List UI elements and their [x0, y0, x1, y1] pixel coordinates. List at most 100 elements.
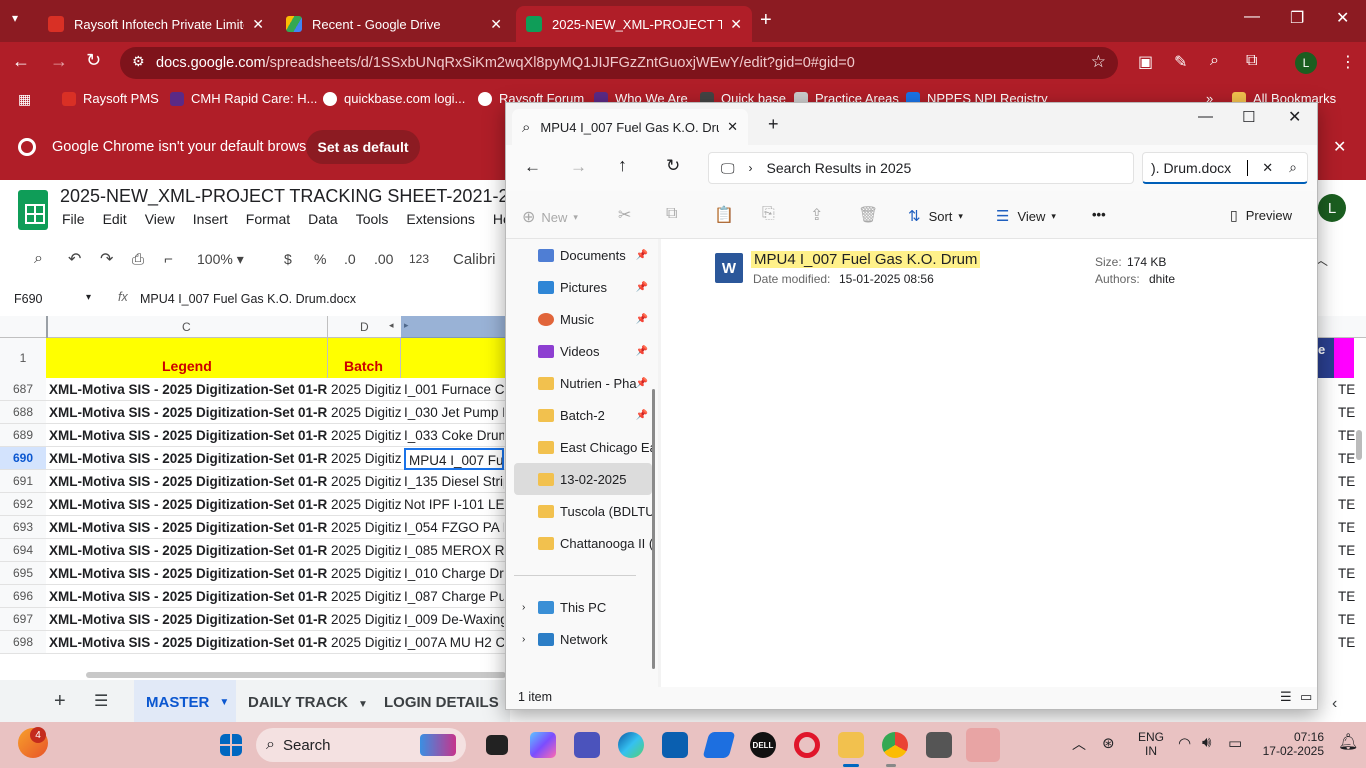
column-header-d[interactable]: D	[360, 320, 369, 334]
table-row[interactable]: 692 XML-Motiva SIS - 2025 Digitization-Se…	[0, 493, 510, 516]
table-row[interactable]: 688 XML-Motiva SIS - 2025 Digitization-Se…	[0, 401, 510, 424]
breadcrumb[interactable]: Search Results in 2025	[767, 160, 912, 176]
task-view-icon[interactable]	[486, 735, 508, 755]
pen-extension-icon[interactable]: ✎	[1174, 52, 1187, 72]
up-arrow-icon[interactable]: ↑	[618, 155, 627, 176]
document-title[interactable]: 2025-NEW_XML-PROJECT TRACKING SHEET-2021…	[60, 186, 529, 207]
table-row[interactable]: 697 XML-Motiva SIS - 2025 Digitization-Se…	[0, 608, 510, 631]
tab-search-chevron-icon[interactable]: ▾	[12, 11, 18, 25]
preview-button[interactable]: ▯ Preview	[1230, 207, 1292, 224]
table-row[interactable]: 698 XML-Motiva SIS - 2025 Digitization-Se…	[0, 631, 510, 654]
bookmark-cmh[interactable]: CMH Rapid Care: H...	[170, 91, 317, 106]
close-icon[interactable]: ✕	[730, 16, 742, 33]
tiles-view-icon[interactable]: ▭	[1300, 689, 1312, 705]
nav-scrollbar[interactable]	[652, 389, 655, 669]
zoom-icon[interactable]: ⌕	[1210, 52, 1219, 70]
maximize-icon[interactable]: ☐	[1242, 108, 1255, 126]
back-arrow-icon[interactable]: ←	[12, 51, 30, 72]
menu-extensions[interactable]: Extensions	[406, 211, 474, 227]
menu-edit[interactable]: Edit	[103, 211, 127, 227]
header-partial-cell[interactable]: e	[1318, 338, 1334, 378]
new-tab-button[interactable]: +	[768, 114, 779, 135]
set-as-default-button[interactable]: Set as default	[306, 130, 420, 164]
rename-icon[interactable]: ⎘	[762, 205, 775, 223]
header-legend[interactable]: Legend	[162, 358, 212, 374]
volume-icon[interactable]: 🔊︎	[1202, 734, 1211, 751]
address-bar[interactable]: 🖵 › Search Results in 2025	[708, 152, 1134, 184]
tab-sheets-active[interactable]: 2025-NEW_XML-PROJECT TRAC ✕	[516, 6, 752, 42]
search-menus-icon[interactable]: ⌕	[34, 250, 43, 268]
currency-format-button[interactable]: $	[284, 251, 292, 267]
menu-data[interactable]: Data	[308, 211, 338, 227]
bookmark-raysoft-pms[interactable]: Raysoft PMS	[62, 91, 159, 106]
explorer-tab[interactable]: ⌕ MPU4 I_007 Fuel Gas K.O. Drum ✕	[512, 109, 748, 145]
anydesk-icon[interactable]	[702, 732, 736, 758]
file-explorer-icon[interactable]	[838, 732, 864, 758]
battery-icon[interactable]: ▭	[1228, 734, 1242, 752]
nav-item-chattanooga[interactable]: Chattanooga II (	[514, 527, 652, 559]
horizontal-scrollbar[interactable]	[86, 672, 506, 678]
clock[interactable]: 07:16 17-02-2025	[1262, 730, 1324, 758]
nav-item-east-chicago[interactable]: East Chicago Ea	[514, 431, 652, 463]
refresh-icon[interactable]: ↻	[666, 156, 680, 176]
maximize-icon[interactable]: ❐	[1290, 8, 1304, 28]
share-icon[interactable]: ⇪	[810, 205, 823, 225]
cut-icon[interactable]: ✂	[618, 205, 631, 225]
address-bar[interactable]: ⚙ docs.google.com/spreadsheets/d/1SSxbUN…	[120, 47, 1118, 79]
details-view-icon[interactable]: ☰	[1280, 689, 1292, 705]
store-icon[interactable]	[662, 732, 688, 758]
collapse-left-icon[interactable]: ◂	[389, 320, 394, 331]
search-icon[interactable]: ⌕	[1289, 159, 1297, 176]
opera-icon[interactable]	[794, 732, 820, 758]
reload-icon[interactable]: ↻	[86, 50, 101, 71]
nav-item-nutrien[interactable]: Nutrien - Pha 📌	[514, 367, 652, 399]
clear-search-icon[interactable]: ✕	[1262, 160, 1273, 176]
menu-file[interactable]: File	[62, 211, 85, 227]
snipping-tool-icon[interactable]	[966, 728, 1000, 762]
close-window-icon[interactable]: ✕	[1288, 107, 1301, 127]
chevron-right-icon[interactable]: ›	[749, 161, 753, 175]
account-avatar[interactable]: L	[1318, 194, 1346, 222]
back-arrow-icon[interactable]: ←	[524, 157, 541, 177]
paste-icon[interactable]: 📋	[714, 205, 734, 225]
bookmark-star-icon[interactable]: ☆	[1091, 52, 1106, 72]
vertical-scrollbar[interactable]	[1356, 430, 1362, 460]
sheets-logo-icon[interactable]	[18, 190, 48, 230]
edge-icon[interactable]	[618, 732, 644, 758]
decrease-decimal-button[interactable]: .0	[344, 251, 356, 267]
table-row[interactable]: 693 XML-Motiva SIS - 2025 Digitization-Se…	[0, 516, 510, 539]
forward-arrow-icon[interactable]: →	[50, 51, 68, 72]
profile-avatar[interactable]: L	[1295, 52, 1317, 74]
freeze-handle[interactable]	[46, 316, 48, 338]
delete-icon[interactable]: 🗑	[858, 205, 878, 225]
close-icon[interactable]: ✕	[1333, 137, 1346, 157]
undo-icon[interactable]: ↶	[68, 249, 81, 269]
table-row[interactable]: 691 XML-Motiva SIS - 2025 Digitization-Se…	[0, 470, 510, 493]
close-icon[interactable]: ✕	[252, 16, 264, 33]
dell-icon[interactable]: DELL	[750, 732, 776, 758]
wifi-icon[interactable]: ◠	[1178, 734, 1191, 752]
search-result-item[interactable]: W MPU4 I_007 Fuel Gas K.O. Drum Date mod…	[711, 247, 1271, 291]
menu-format[interactable]: Format	[246, 211, 290, 227]
extension-icon[interactable]: ▣	[1138, 52, 1153, 72]
menu-insert[interactable]: Insert	[193, 211, 228, 227]
add-sheet-button[interactable]: +	[54, 690, 66, 713]
table-row[interactable]: 695 XML-Motiva SIS - 2025 Digitization-Se…	[0, 562, 510, 585]
close-icon[interactable]: ✕	[490, 16, 502, 33]
print-icon[interactable]: ⎙	[132, 251, 144, 268]
menu-tools[interactable]: Tools	[356, 211, 389, 227]
sheet-tab-master[interactable]: MASTER ▼	[134, 680, 236, 724]
view-button[interactable]: ☰ View ▾	[996, 207, 1056, 225]
teams-icon[interactable]	[574, 732, 600, 758]
site-info-icon[interactable]: ⚙	[132, 53, 145, 70]
zoom-select[interactable]: 100% ▾	[197, 251, 244, 268]
close-window-icon[interactable]: ✕	[1336, 8, 1349, 28]
taskbar-search-box[interactable]: ⌕ Search	[256, 728, 466, 762]
sheet-tab-login-details[interactable]: LOGIN DETAILS	[384, 694, 499, 711]
table-row[interactable]: 687 XML-Motiva SIS - 2025 Digitization-Se…	[0, 378, 510, 401]
nav-item-tuscola[interactable]: Tuscola (BDLTU	[514, 495, 652, 527]
network-status-icon[interactable]: ⊛	[1102, 734, 1115, 752]
percent-format-button[interactable]: %	[314, 251, 326, 267]
copilot-icon[interactable]	[530, 732, 556, 758]
row-number[interactable]: 1	[0, 338, 46, 378]
